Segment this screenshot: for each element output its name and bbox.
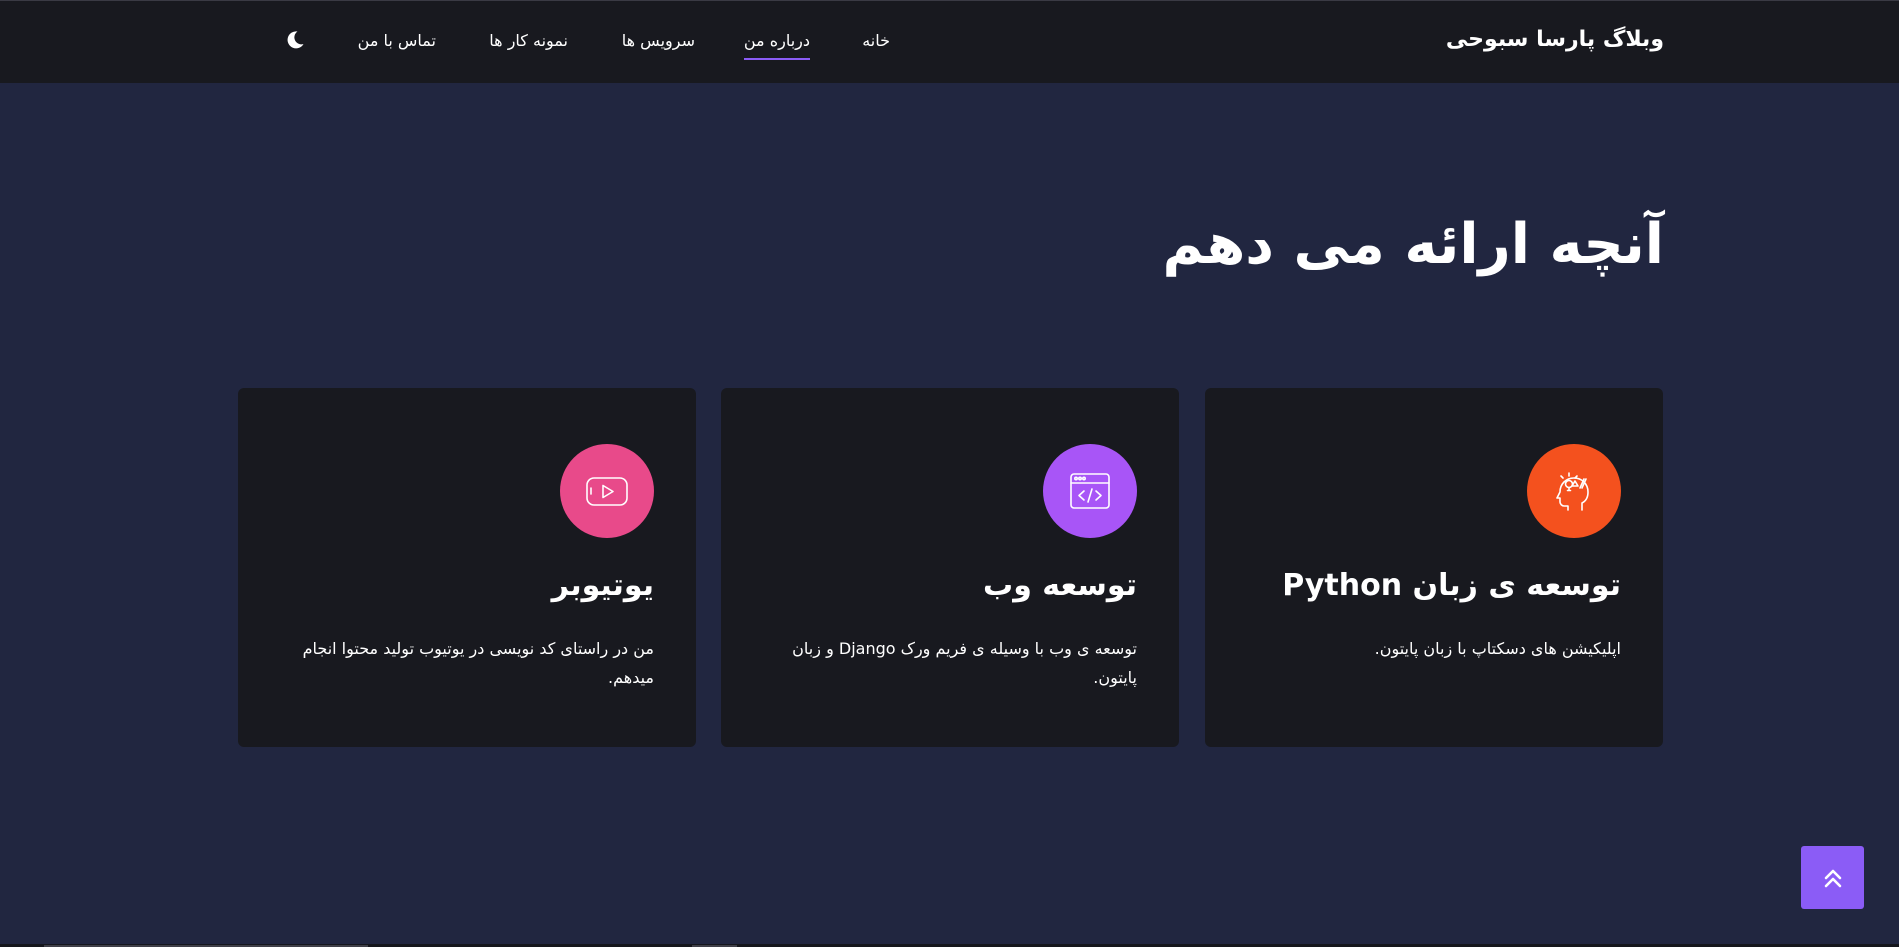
card-title: یوتیوبر <box>551 568 654 603</box>
head-ideas-icon <box>1527 444 1621 538</box>
service-card-youtuber: یوتیوبر من در راستای کد نویسی در یوتیوب … <box>238 388 696 747</box>
card-description: توسعه ی وب با وسیله ی فریم ورک Django و … <box>792 639 1137 687</box>
double-chevron-up-icon <box>1824 869 1841 887</box>
youtube-play-icon <box>560 444 654 538</box>
nav-link-about[interactable]: درباره من <box>743 31 811 60</box>
back-to-top-button[interactable] <box>1801 846 1864 909</box>
navbar: وبلاگ پارسا سبوحی خانه درباره من سرویس ه… <box>0 0 1899 83</box>
browser-code-icon <box>1043 444 1137 538</box>
card-description: من در راستای کد نویسی در یوتیوب تولید مح… <box>302 639 654 687</box>
card-description: اپلیکیشن های دسکتاپ با زبان پایتون. <box>1374 639 1621 658</box>
service-card-web: توسعه وب توسعه ی وب با وسیله ی فریم ورک … <box>721 388 1179 747</box>
nav-link-home[interactable]: خانه <box>862 31 890 50</box>
moon-icon[interactable] <box>282 28 306 52</box>
card-title: توسعه وب <box>983 568 1137 603</box>
service-card-python: توسعه ی زبان Python اپلیکیشن های دسکتاپ … <box>1205 388 1663 747</box>
section-title: آنچه ارائه می دهم <box>1162 212 1664 277</box>
nav-link-portfolio[interactable]: نمونه کار ها <box>489 31 568 50</box>
nav-link-services[interactable]: سرویس ها <box>622 31 695 50</box>
card-title: توسعه ی زبان Python <box>1282 568 1621 603</box>
nav-link-contact[interactable]: تماس با من <box>358 31 436 50</box>
